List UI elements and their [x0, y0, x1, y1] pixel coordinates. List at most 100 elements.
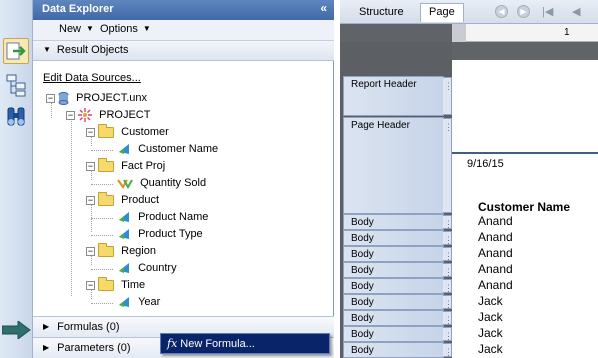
document-structure-button[interactable] [3, 72, 29, 98]
section-label: Body [351, 233, 374, 244]
find-button[interactable] [3, 104, 29, 130]
section-label: Body [351, 313, 374, 324]
tab-structure[interactable]: Structure [350, 3, 413, 22]
side-toolbar [0, 0, 33, 358]
tree-label: Product Type [138, 228, 203, 241]
chevron-down-icon: ▼ [142, 24, 151, 33]
tree-item-year[interactable]: Year [117, 294, 160, 310]
table-cell[interactable]: Anand [478, 246, 513, 260]
section-label: Body [351, 329, 374, 340]
section-page-header[interactable]: Page Header [343, 117, 453, 214]
tree-label: Product Name [138, 211, 209, 224]
first-page-icon[interactable]: |◀ [542, 5, 553, 18]
resize-grip[interactable] [443, 77, 453, 115]
tree-item-customer-name[interactable]: Customer Name [117, 141, 218, 157]
section-report-header[interactable]: Report Header [343, 76, 453, 116]
tree-node-root[interactable]: − PROJECT.unx [46, 90, 147, 106]
section-label: Report Header [351, 79, 417, 90]
resize-grip[interactable] [443, 279, 453, 294]
table-cell[interactable]: Anand [478, 214, 513, 228]
previous-icon[interactable]: ◀ [495, 5, 508, 18]
folder-icon [98, 191, 115, 206]
table-cell[interactable]: Jack [478, 342, 503, 356]
resize-grip[interactable] [443, 118, 453, 213]
dimension-icon [119, 229, 129, 240]
collapse-toggle-icon[interactable]: − [86, 246, 95, 256]
resize-grip[interactable] [443, 247, 453, 262]
collapse-toggle-icon[interactable]: − [66, 110, 75, 120]
resize-grip[interactable] [443, 215, 453, 230]
measure-icon [117, 179, 133, 190]
folder-icon [98, 276, 115, 291]
section-label: Body [351, 265, 374, 276]
table-cell[interactable]: Jack [478, 310, 503, 324]
tree-folder-time[interactable]: − Time [86, 276, 145, 293]
dimension-icon [119, 144, 129, 155]
data-explorer-panel: Data Explorer « New ▼ Options ▼ ▼ Result Ob… [33, 0, 334, 358]
new-menu-button[interactable]: New ▼ [59, 23, 94, 35]
expand-arrow-icon: ▶ [43, 322, 50, 331]
folder-icon [98, 157, 115, 172]
resize-grip[interactable] [443, 231, 453, 246]
section-body[interactable]: Body [343, 342, 453, 358]
tree-node-universe[interactable]: − PROJECT [66, 107, 150, 123]
tab-page[interactable]: Page [420, 3, 464, 22]
collapse-toggle-icon[interactable]: − [86, 195, 95, 205]
resize-grip[interactable] [443, 311, 453, 326]
collapse-toggle-icon[interactable]: − [86, 280, 95, 290]
header-rule [452, 152, 598, 154]
parameters-label: Parameters (0) [57, 342, 131, 354]
tree-item-product-type[interactable]: Product Type [117, 226, 203, 242]
table-cell[interactable]: Anand [478, 230, 513, 244]
section-body[interactable]: Body [343, 214, 453, 230]
view-tabs: Structure Page ◀ ▶ |◀ ◀ [340, 0, 598, 24]
folder-icon [98, 123, 115, 138]
section-body[interactable]: Body [343, 310, 453, 326]
section-body[interactable]: Body [343, 230, 453, 246]
section-body[interactable]: Body [343, 294, 453, 310]
tree-folder-region[interactable]: − Region [86, 242, 156, 259]
table-cell[interactable]: Anand [478, 262, 513, 276]
tree-item-country[interactable]: Country [117, 260, 177, 276]
new-label: New [59, 23, 82, 35]
collapse-toggle-icon[interactable]: − [86, 127, 95, 137]
new-formula-menu-item[interactable]: fx New Formula... [160, 333, 330, 354]
section-body[interactable]: Body [343, 278, 453, 294]
section-label: Page Header [351, 120, 410, 131]
edit-data-sources-link[interactable]: Edit Data Sources... [43, 72, 141, 84]
horizontal-ruler: 1 [452, 24, 598, 42]
collapse-panel-icon[interactable]: « [320, 1, 327, 15]
previous-page-icon[interactable]: ◀ [572, 5, 580, 18]
tree-label: PROJECT [99, 109, 151, 122]
column-header[interactable]: Customer Name [478, 200, 570, 214]
tree-folder-customer[interactable]: − Customer [86, 123, 169, 140]
resize-grip[interactable] [443, 295, 453, 310]
resize-grip[interactable] [443, 343, 453, 358]
resize-grip[interactable] [443, 327, 453, 342]
dimension-icon [119, 212, 129, 223]
result-objects-header[interactable]: ▼ Result Objects [33, 41, 334, 61]
dimension-icon [119, 263, 129, 274]
options-menu-button[interactable]: Options ▼ [100, 23, 151, 35]
section-body[interactable]: Body [343, 246, 453, 262]
section-body[interactable]: Body [343, 326, 453, 342]
table-cell[interactable]: Jack [478, 326, 503, 340]
section-body[interactable]: Body [343, 262, 453, 278]
tree-label: Fact Proj [121, 160, 166, 173]
section-gutter: Report Header Page Header Body Body Body… [340, 42, 453, 358]
resize-grip[interactable] [443, 263, 453, 278]
tree-folder-product[interactable]: − Product [86, 191, 159, 208]
collapse-toggle-icon[interactable]: − [86, 161, 95, 171]
next-icon[interactable]: ▶ [517, 5, 530, 18]
expand-tool-button[interactable] [3, 6, 29, 32]
data-explorer-button[interactable] [3, 38, 29, 64]
tree-label: Year [138, 296, 161, 309]
tree-item-quantity-sold[interactable]: Quantity Sold [117, 175, 206, 191]
panel-toolbar: New ▼ Options ▼ [33, 20, 334, 41]
collapse-toggle-icon[interactable]: − [46, 93, 55, 103]
tree-item-product-name[interactable]: Product Name [117, 209, 208, 225]
tree-folder-fact-proj[interactable]: − Fact Proj [86, 157, 166, 174]
ruler-mark: 1 [564, 27, 570, 38]
table-cell[interactable]: Anand [478, 278, 513, 292]
table-cell[interactable]: Jack [478, 294, 503, 308]
